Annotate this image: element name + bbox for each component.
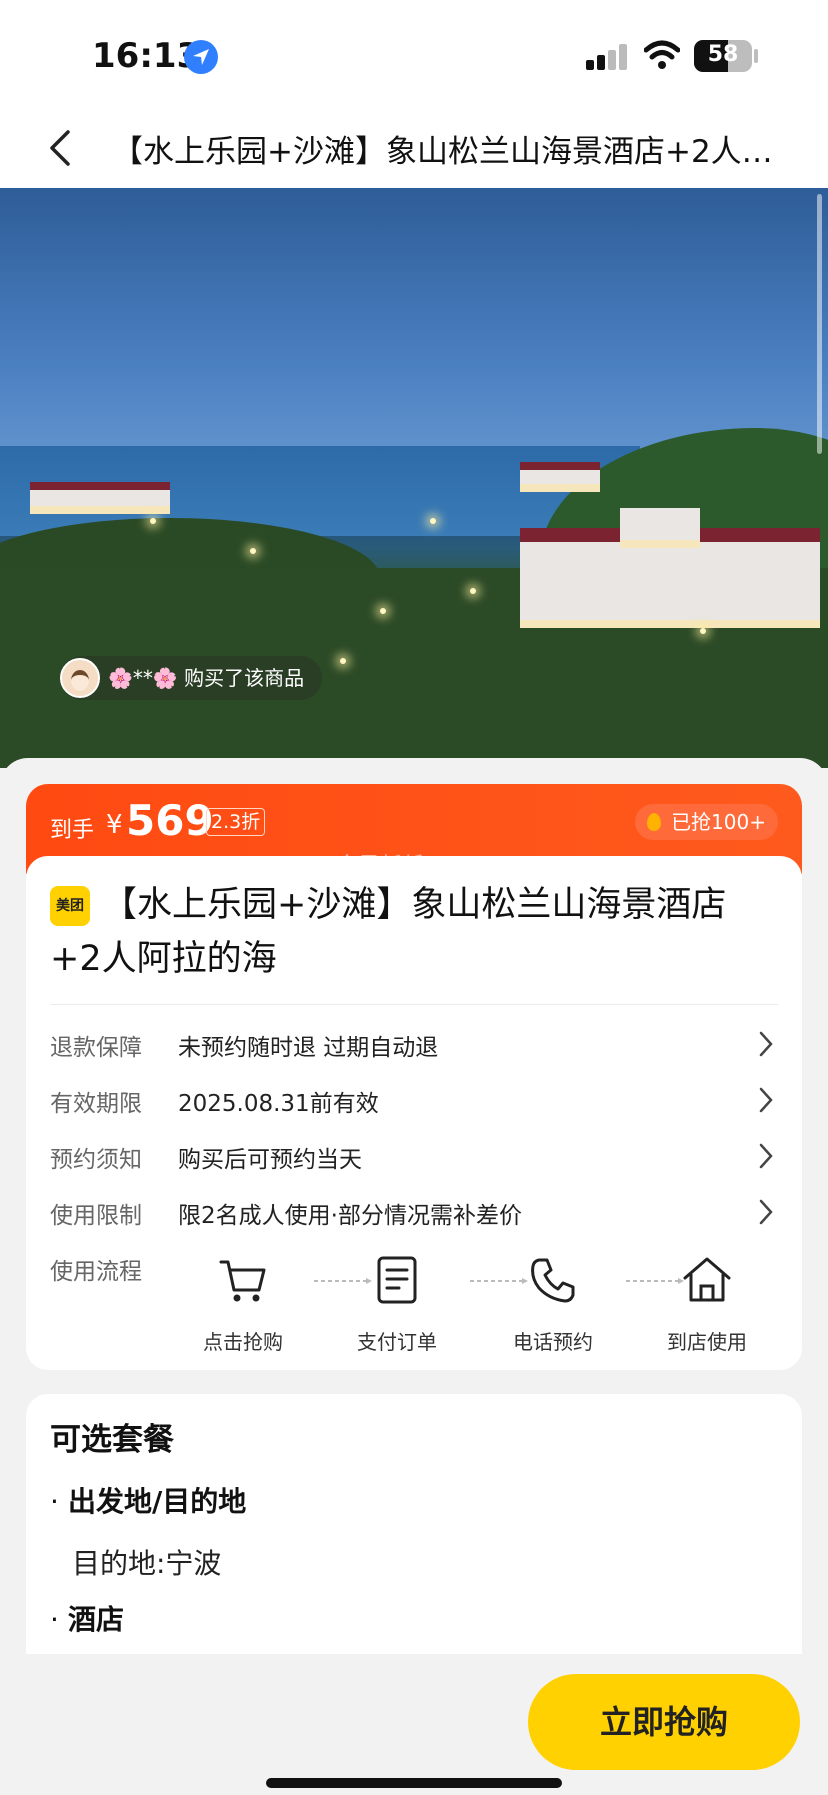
image-scroll-indicator	[817, 194, 822, 454]
chevron-right-icon	[759, 1199, 773, 1225]
info-label: 有效期限	[50, 1091, 142, 1117]
chevron-right-icon	[759, 1031, 773, 1057]
document-icon	[377, 1256, 417, 1304]
home-indicator	[266, 1778, 562, 1788]
flow-step-buy: 点击抢购	[188, 1252, 298, 1355]
package-title: 可选套餐	[50, 1422, 174, 1458]
buy-now-button[interactable]: 立即抢购	[528, 1674, 800, 1770]
section-heading-text: 酒店	[68, 1603, 125, 1636]
package-options-card: 可选套餐 · 出发地/目的地 目的地:宁波 · 酒店	[26, 1394, 802, 1654]
back-button[interactable]	[38, 122, 88, 174]
info-row-restriction[interactable]: 使用限制 限2名成人使用·部分情况需补差价	[50, 1196, 778, 1236]
product-info-card: 全是新低 美团 【水上乐园+沙滩】象山松兰山海景酒店+2人阿拉的海 退款保障 未…	[26, 854, 802, 1370]
flow-step-pay: 支付订单	[342, 1252, 452, 1355]
phone-icon	[531, 1258, 575, 1303]
hero-image[interactable]: 🌸**🌸 购买了该商品	[0, 188, 828, 768]
flame-icon	[647, 813, 662, 831]
price-currency: ¥	[106, 810, 123, 840]
package-section-heading: · 出发地/目的地	[50, 1485, 247, 1518]
recent-buyer-text: 🌸**🌸 购买了该商品	[108, 666, 305, 690]
usage-flow: 点击抢购 支付订单 电话预约 到店使用	[50, 1252, 778, 1355]
section-heading-text: 出发地/目的地	[68, 1485, 247, 1518]
info-value: 购买后可预约当天	[178, 1147, 362, 1173]
package-section-heading: · 酒店	[50, 1603, 125, 1636]
sold-count-text: 已抢100+	[671, 810, 766, 834]
status-bar: 16:13 58	[0, 0, 828, 110]
price-prefix: 到手	[50, 818, 95, 843]
info-value: 未预约随时退 过期自动退	[178, 1035, 439, 1061]
info-row-refund[interactable]: 退款保障 未预约随时退 过期自动退	[50, 1028, 778, 1068]
home-icon	[683, 1257, 731, 1302]
info-row-booking[interactable]: 预约须知 购买后可预约当天	[50, 1140, 778, 1180]
flow-step-use: 到店使用	[652, 1252, 762, 1355]
recent-buyer-pill: 🌸**🌸 购买了该商品	[60, 656, 323, 700]
flow-step-call: 电话预约	[498, 1252, 608, 1355]
cart-icon	[219, 1260, 266, 1302]
location-arrow-icon	[184, 40, 218, 74]
product-title: 【水上乐园+沙滩】象山松兰山海景酒店+2人阿拉的海	[50, 885, 727, 979]
cellular-signal-icon	[586, 44, 630, 70]
chevron-left-icon	[50, 130, 70, 166]
info-value: 2025.08.31前有效	[178, 1091, 379, 1117]
info-label: 使用限制	[50, 1203, 142, 1229]
battery-icon: 58	[694, 40, 752, 72]
flow-step-label: 到店使用	[667, 1330, 747, 1354]
info-label: 预约须知	[50, 1147, 142, 1173]
sold-count-badge: 已抢100+	[635, 804, 778, 840]
flow-step-label: 电话预约	[513, 1330, 593, 1354]
chevron-right-icon	[759, 1143, 773, 1169]
info-value: 限2名成人使用·部分情况需补差价	[178, 1203, 522, 1229]
bottom-action-bar: 立即抢购	[0, 1654, 828, 1795]
info-label: 退款保障	[50, 1035, 142, 1061]
price-amount: 569	[126, 796, 214, 845]
discount-badge: 2.3折	[206, 808, 266, 836]
destination-text: 目的地:宁波	[72, 1547, 222, 1580]
avatar	[60, 658, 100, 698]
info-row-validity[interactable]: 有效期限 2025.08.31前有效	[50, 1084, 778, 1124]
battery-level: 58	[707, 42, 739, 67]
flow-step-label: 支付订单	[357, 1330, 437, 1354]
divider	[50, 1004, 778, 1005]
page-title: 【水上乐园+沙滩】象山松兰山海景酒店+2人阿拉的海	[112, 134, 792, 170]
header: 【水上乐园+沙滩】象山松兰山海景酒店+2人阿拉的海	[0, 110, 828, 188]
price-overlay-text: 全是新低	[336, 854, 425, 879]
chevron-right-icon	[759, 1087, 773, 1113]
wifi-icon	[644, 40, 680, 69]
flow-step-label: 点击抢购	[203, 1330, 283, 1354]
